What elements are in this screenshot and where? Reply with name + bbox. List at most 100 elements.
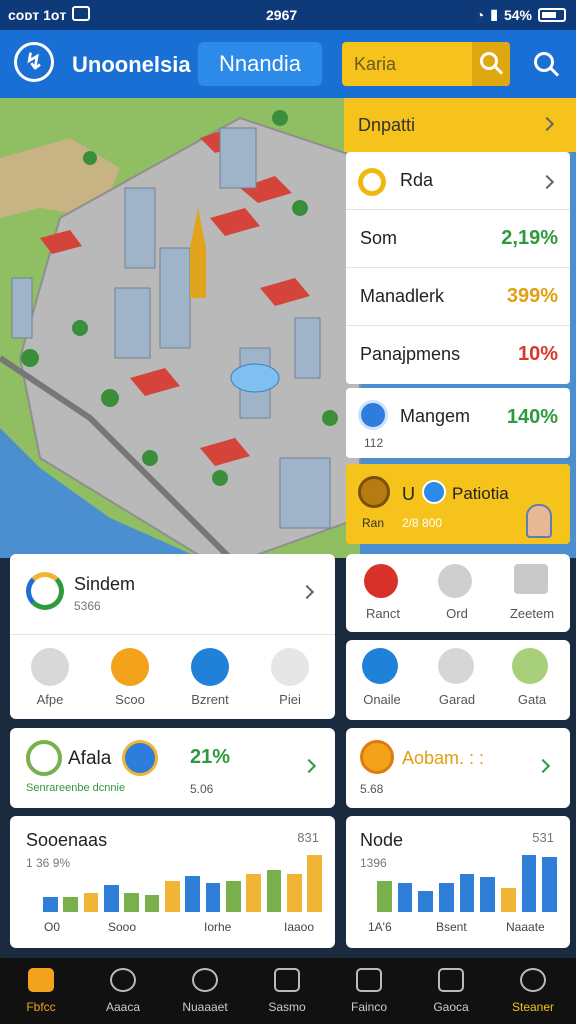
district-dropdown[interactable]: Dnpatti <box>344 98 576 152</box>
chart-bar <box>63 896 78 912</box>
nav-item-search[interactable]: Aaaca <box>82 958 164 1024</box>
afala-title: Afala <box>68 748 112 769</box>
magnifier-icon <box>534 52 554 72</box>
app-logo-icon[interactable]: ↯ <box>14 42 54 82</box>
chart-bar <box>287 873 302 912</box>
chart-title: Node <box>360 830 404 850</box>
chart-bar <box>542 856 558 912</box>
status-bar: ᴄᴏᴅᴛ 1ᴏт 2967 ◔ ▮ 54% <box>0 0 576 30</box>
action-label: Scoo <box>115 692 145 707</box>
chart-bar <box>459 873 475 912</box>
chevron-right-icon <box>539 116 555 132</box>
chart-bar <box>307 854 323 912</box>
search-button[interactable] <box>472 42 510 86</box>
tool-action[interactable]: Garad <box>420 640 494 720</box>
mangem-sub: 112 <box>364 436 384 450</box>
signal-icon: ▮ <box>490 6 498 22</box>
aobam-panel[interactable]: Aobam. : : 5.68 <box>346 728 570 808</box>
nav-item-sasmo[interactable]: Sasmo <box>246 958 328 1024</box>
chevron-right-icon <box>535 758 551 774</box>
compass-icon <box>122 740 158 776</box>
search-icon <box>480 52 498 70</box>
link-icon <box>438 564 472 598</box>
mangem-title: Mangem <box>400 406 471 426</box>
ring-icon <box>358 168 386 196</box>
sindem-title: Sindem <box>74 574 136 594</box>
quick-action[interactable]: Ranct <box>346 554 420 632</box>
aobam-sub: 5.68 <box>360 782 384 796</box>
nav-item-nuaaaet[interactable]: Nuaaaet <box>164 958 246 1024</box>
sindem-action[interactable]: Bzrent <box>170 646 250 707</box>
afala-value: 21% <box>190 746 231 768</box>
chart-bar <box>418 891 434 912</box>
chart-bar <box>144 894 160 912</box>
stat-row[interactable]: Rda <box>346 152 570 210</box>
tool-action[interactable]: Gata <box>494 640 570 720</box>
notification-icon <box>72 6 90 21</box>
nav-label: Fbfcc <box>26 1000 56 1014</box>
sindem-action[interactable]: Scoo <box>90 646 170 707</box>
x-tick-label: Iorhe <box>204 920 232 934</box>
chart-title: Sooenaas <box>26 830 108 850</box>
dropdown-label: Dnpatti <box>358 115 416 135</box>
sindem-sub: 5366 <box>74 599 101 613</box>
chart-bar <box>266 870 282 912</box>
patiotia-card[interactable]: U Patiotia Ran 2/8 800 <box>346 464 570 544</box>
status-time: 2967 <box>266 7 298 23</box>
sun-icon <box>111 648 149 686</box>
nav-item-fainco[interactable]: Fainco <box>328 958 410 1024</box>
afala-sub: Senrareenbe dcnnie <box>26 782 126 794</box>
bar-chart <box>374 850 560 912</box>
x-tick-label: O0 <box>44 920 61 934</box>
sindem-action[interactable]: Piei <box>250 646 330 707</box>
battery-icon <box>538 7 566 22</box>
tools-panel: Onaile Garad Gata <box>346 640 570 720</box>
search-input[interactable] <box>342 42 472 86</box>
quick-action[interactable]: Zeetem <box>494 554 570 632</box>
nav-item-steaner[interactable]: Steaner <box>492 958 574 1024</box>
afala-panel[interactable]: Afala 21% Senrareenbe dcnnie 5.06 <box>10 728 335 808</box>
character-avatar <box>526 504 552 538</box>
app-header: ↯ Unoonelsia Nnandia <box>0 30 576 98</box>
afala-value-sub: 5.06 <box>190 782 214 796</box>
nav-item-gaoca[interactable]: Gaoca <box>410 958 492 1024</box>
chart-bar <box>438 883 454 912</box>
battery-percent: 54% <box>503 6 532 23</box>
stat-value: 2,19% <box>501 227 558 249</box>
x-tick-label: 1A'6 <box>368 920 392 934</box>
tool-action[interactable]: Onaile <box>346 640 420 720</box>
action-label: Ranct <box>366 606 400 621</box>
patiotia-line1: Ran <box>362 516 385 530</box>
house-icon <box>26 740 62 776</box>
chart-bar <box>42 896 58 912</box>
action-label: Onaile <box>363 692 401 707</box>
nav-label: Fainco <box>350 1000 388 1014</box>
action-label: Ord <box>446 606 468 621</box>
stat-row[interactable]: Manadlerk 399% <box>346 268 570 326</box>
chart-bar <box>185 875 200 912</box>
mangem-value: 140% <box>506 406 558 428</box>
chart-bar <box>397 883 413 912</box>
bottom-nav: Fbfcc Aaaca Nuaaaet Sasmo Fainco Gaoca S… <box>0 958 576 1024</box>
chart-corner: 531 <box>532 830 554 845</box>
compass-icon <box>192 968 218 992</box>
sindem-panel: Sindem 5366 Afpe Scoo Bzrent Piei <box>10 554 335 719</box>
pencil-icon <box>31 648 69 686</box>
stat-row[interactable]: Panajpmens 10% <box>346 326 570 384</box>
region-tab[interactable]: Nnandia <box>198 42 322 86</box>
x-axis: O0 Sooo Iorhe Iaaoo <box>26 920 326 936</box>
stat-row[interactable]: Som 2,19% <box>346 210 570 268</box>
bar-chart <box>40 850 325 912</box>
coin-icon <box>360 740 394 774</box>
quick-action[interactable]: Ord <box>420 554 494 632</box>
chevron-right-icon <box>539 174 555 190</box>
mangem-card[interactable]: Mangem 140% 112 <box>346 388 570 458</box>
chart-icon <box>514 564 548 594</box>
sindem-action[interactable]: Afpe <box>10 646 90 707</box>
stat-name: Som <box>360 228 398 248</box>
chevron-right-icon <box>301 758 317 774</box>
header-search-button[interactable] <box>530 48 562 80</box>
chevron-right-icon[interactable] <box>299 584 315 600</box>
globe-icon <box>422 480 446 504</box>
nav-item-home[interactable]: Fbfcc <box>0 958 82 1024</box>
